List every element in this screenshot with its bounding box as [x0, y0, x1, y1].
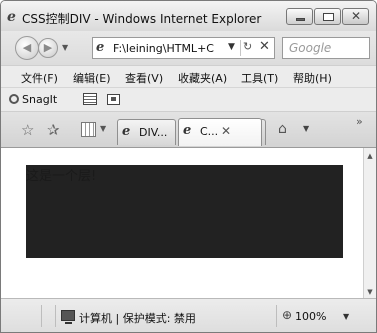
menu-view[interactable]: 查看(V) [125, 70, 163, 86]
title-bar: e CSS控制DIV - Windows Internet Explorer ✕ [1, 1, 376, 31]
security-zone-text[interactable]: 计算机 | 保护模式: 禁用 [79, 310, 196, 326]
home-dropdown[interactable]: ▼ [303, 124, 309, 133]
status-divider [41, 305, 42, 327]
zoom-level[interactable]: 100% [295, 310, 326, 323]
forward-button[interactable]: ▶ [38, 38, 58, 58]
page-viewport: 这是一个层! [1, 148, 363, 299]
more-tools-chevron-icon[interactable]: » [356, 115, 363, 128]
navigation-bar: ◀ ▶ ▼ e F:\leining\HTML+C ▼ ↻ ✕ Google [1, 31, 376, 65]
tab-active[interactable]: e C... ✕ [178, 118, 262, 146]
stop-icon[interactable]: ✕ [259, 39, 270, 54]
tab-list-dropdown[interactable]: ▼ [100, 124, 106, 133]
status-divider [55, 305, 56, 327]
browser-window: e CSS控制DIV - Windows Internet Explorer ✕… [0, 0, 377, 333]
tab-div[interactable]: e DIV... [117, 119, 176, 145]
page-icon: e [183, 123, 192, 138]
menu-bar: 文件(F) 编辑(E) 查看(V) 收藏夹(A) 工具(T) 帮助(H) [1, 65, 376, 87]
status-divider [276, 305, 277, 327]
back-button[interactable]: ◀ [15, 36, 39, 60]
tab-label: C... [200, 125, 219, 138]
menu-favorites[interactable]: 收藏夹(A) [178, 70, 227, 86]
menu-tools[interactable]: 工具(T) [241, 70, 278, 86]
close-icon: ✕ [351, 9, 362, 23]
page-content: 这是一个层! ▲ ▼ [1, 147, 376, 299]
vertical-scrollbar[interactable]: ▲ ▼ [363, 148, 376, 299]
address-divider [240, 40, 241, 56]
div-text: 这是一个层! [26, 169, 97, 184]
add-favorites-icon[interactable]: ✰ [47, 121, 60, 139]
snagit-toolbar: SnagIt [1, 87, 376, 111]
search-box[interactable]: Google [282, 37, 370, 59]
maximize-button[interactable] [314, 8, 341, 25]
address-input[interactable]: F:\leining\HTML+C [113, 42, 225, 55]
scroll-up-icon[interactable]: ▲ [364, 150, 376, 162]
page-icon: e [122, 124, 131, 139]
styled-div: 这是一个层! [26, 165, 343, 258]
window-title: CSS控制DIV - Windows Internet Explorer [22, 12, 262, 26]
snagit-icon [9, 94, 19, 104]
search-placeholder: Google [289, 41, 332, 55]
address-bar[interactable]: e F:\leining\HTML+C ▼ ↻ ✕ [92, 37, 275, 59]
favorites-star-icon[interactable]: ☆ [21, 121, 34, 139]
snagit-button[interactable]: SnagIt [22, 93, 57, 106]
maximize-icon [323, 13, 334, 21]
refresh-icon[interactable]: ↻ [243, 40, 252, 53]
menu-file[interactable]: 文件(F) [21, 70, 58, 86]
page-icon: e [96, 40, 105, 55]
computer-icon [61, 310, 75, 324]
quick-tabs-icon[interactable] [81, 122, 96, 137]
menu-edit[interactable]: 编辑(E) [73, 70, 111, 86]
close-window-button[interactable]: ✕ [342, 8, 369, 25]
forward-arrow-icon: ▶ [43, 41, 53, 54]
zoom-icon[interactable]: ⊕ [282, 308, 292, 322]
tab-bar: ☆ ✰ ▼ e DIV... e C... ✕ ⌂ ▼ » [1, 111, 376, 147]
close-tab-icon[interactable]: ✕ [221, 124, 231, 138]
ie-logo-icon: e [7, 9, 16, 25]
capture-region-icon[interactable] [107, 94, 120, 105]
zoom-dropdown[interactable]: ▼ [343, 312, 349, 321]
recent-pages-dropdown[interactable]: ▼ [62, 43, 68, 52]
tab-label: DIV... [139, 126, 168, 139]
back-arrow-icon: ◀ [22, 41, 32, 54]
capture-page-icon[interactable] [83, 93, 97, 105]
address-dropdown[interactable]: ▼ [228, 42, 235, 52]
scroll-down-icon[interactable]: ▼ [364, 286, 376, 298]
status-bar: 计算机 | 保护模式: 禁用 ⊕ 100% ▼ [1, 298, 376, 332]
home-icon[interactable]: ⌂ [278, 121, 287, 137]
minimize-icon [296, 18, 305, 21]
minimize-button[interactable] [286, 8, 313, 25]
menu-help[interactable]: 帮助(H) [293, 70, 332, 86]
